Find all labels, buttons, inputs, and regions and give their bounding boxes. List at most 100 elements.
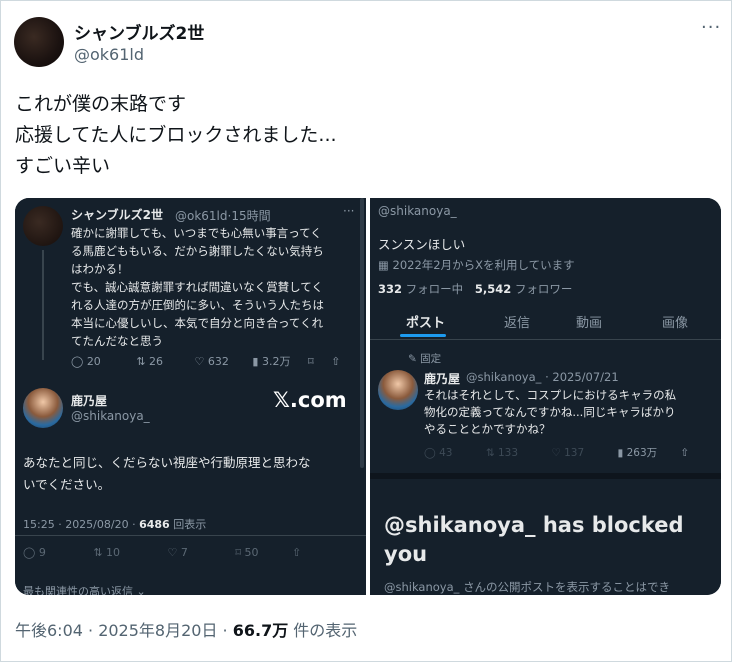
share-icon: ⇧	[331, 355, 341, 368]
reply-line: いでください。	[23, 477, 111, 492]
retweet-count: 10	[106, 546, 121, 559]
like-icon: ♡	[551, 447, 565, 459]
post-stats: ◯ 43 ⇅ 133 ♡ 137 ▮ 263万 ⇧	[424, 445, 719, 460]
media-image-right[interactable]: @shikanoya_ スンスンほしい ▦ 2022年2月からXを利用しています…	[370, 198, 721, 595]
profile-joined: ▦ 2022年2月からXを利用しています	[378, 257, 575, 273]
relevant-replies-label: 最も関連性の高い返信 ⌄	[23, 583, 146, 595]
reply-count: 43	[439, 447, 453, 459]
reply-views-label: 回表示	[169, 518, 207, 531]
tweet-text: これが僕の末路です 応援してた人にブロックされました... すごい辛い	[15, 89, 337, 182]
post-line: それはそれとして、コスプレにおけるキャラの私	[424, 388, 677, 402]
calendar-icon: ▦	[378, 258, 393, 272]
retweet-count: 133	[497, 447, 518, 459]
reply-icon: ◯	[424, 447, 440, 459]
retweet-icon: ⇅	[485, 447, 498, 459]
author-name[interactable]: シャンブルズ2世	[74, 19, 204, 44]
blocked-title-line: you	[384, 542, 428, 566]
joined-text: 2022年2月からXを利用しています	[392, 258, 575, 272]
reply-views: 6486	[139, 518, 170, 531]
tabs-separator	[370, 339, 721, 340]
tab-images: 画像	[662, 316, 689, 331]
like-count: 137	[564, 447, 585, 459]
quoted-line: はわかる！	[71, 262, 129, 276]
reply-count: 9	[38, 546, 46, 559]
reply-author-handle: @shikanoya_	[71, 409, 150, 423]
tab-videos: 動画	[576, 316, 603, 331]
profile-follow-stats: 332 フォロー中 5,542 フォロワー	[378, 281, 572, 297]
profile-bio: スンスンほしい	[378, 237, 466, 252]
tab-active-underline	[400, 334, 446, 337]
bookmark-icon: ⌑	[307, 355, 314, 368]
quoted-avatar	[23, 206, 63, 246]
views-count: 3.2万	[261, 355, 291, 368]
tab-posts: ポスト	[406, 316, 446, 331]
more-options-icon[interactable]: ···	[701, 17, 721, 38]
retweet-icon: ⇅	[136, 355, 150, 368]
blocked-title: @shikanoya_ has blocked you	[384, 511, 684, 569]
tweet-line: すごい辛い	[15, 155, 111, 177]
like-icon: ♡	[167, 546, 181, 559]
tab-replies: 返信	[504, 316, 531, 331]
blocked-subtitle: @shikanoya_ さんの公開ポストを表示することはでき	[384, 580, 671, 594]
pin-icon: ✎	[408, 353, 421, 365]
author-handle[interactable]: @ok61ld	[74, 45, 144, 64]
tweet-timestamp[interactable]: 午後6:04 · 2025年8月20日 · 66.7万 件の表示	[15, 617, 357, 641]
like-count: 632	[207, 355, 229, 368]
reply-author-name: 鹿乃屋	[71, 394, 108, 408]
post-text: それはそれとして、コスプレにおけるキャラの私 物化の定義ってなんですかね...同…	[424, 387, 676, 438]
views-icon: ▮	[617, 447, 627, 459]
blocked-separator	[370, 473, 721, 479]
post-author-name: 鹿乃屋	[424, 372, 461, 386]
quoted-author-name: シャンブルズ2世	[71, 208, 163, 222]
post-avatar	[378, 370, 418, 410]
separator	[15, 535, 366, 536]
reply-timestamp: 15:25 · 2025/08/20 · 6486 回表示	[23, 516, 206, 532]
quoted-line: でも、誠心誠意謝罪すれば間違いなく賞賛してく	[71, 280, 323, 294]
chevron-down-icon: ⌄	[133, 585, 146, 595]
blocked-title-line: @shikanoya_ has blocked	[384, 513, 684, 537]
tweet-time[interactable]: 午後6:04 · 2025年8月20日 ·	[15, 621, 233, 640]
views-label: 件の表示	[288, 621, 358, 640]
following-count: 332	[378, 282, 403, 296]
following-label: フォロー中	[402, 282, 464, 296]
reply-text: あなたと同じ、くだらない視座や行動原理と思わな いでください。	[23, 452, 311, 496]
tweet-card: シャンブルズ2世 @ok61ld ··· これが僕の末路です 応援してた人にブロ…	[0, 0, 732, 662]
like-count: 7	[180, 546, 188, 559]
relevant-replies-text: 最も関連性の高い返信	[23, 585, 133, 595]
reply-count: 20	[86, 355, 101, 368]
thread-line	[42, 250, 44, 360]
quoted-line: る馬鹿どももいる、だから謝罪したくない気持ち	[71, 244, 324, 258]
reply-icon: ◯	[23, 546, 39, 559]
views-icon: ▮	[252, 355, 262, 368]
quoted-line: れる人達の方が圧倒的に多い、そういう人たちは	[71, 298, 324, 312]
quoted-author-meta: @ok61ld·15時間	[175, 209, 271, 223]
quoted-line: 確かに謝罪しても、いつまでも心無い事言ってく	[71, 226, 322, 240]
quoted-line: てたんだなと思う	[71, 334, 163, 348]
profile-handle: @shikanoya_	[378, 204, 457, 218]
reply-icon: ◯	[71, 355, 87, 368]
views-count: 263万	[626, 447, 658, 459]
bookmark-count: 50	[244, 546, 259, 559]
quoted-stats: ◯ 20 ⇅ 26 ♡ 632 ▮ 3.2万 ⌑ ⇧	[71, 353, 361, 369]
author-avatar[interactable]	[14, 17, 64, 67]
like-icon: ♡	[194, 355, 208, 368]
retweet-count: 26	[149, 355, 164, 368]
tweet-line: これが僕の末路です	[15, 93, 187, 115]
share-icon: ⇧	[292, 546, 302, 559]
quoted-text: 確かに謝罪しても、いつまでも心無い事言ってく る馬鹿どももいる、だから謝罪したく…	[71, 224, 324, 350]
reply-avatar	[23, 388, 63, 428]
tweet-line: 応援してた人にブロックされました...	[15, 124, 337, 146]
quoted-line: 本当に心優しいし、本気で自分と向き合ってくれ	[71, 316, 324, 330]
reply-time: 15:25 · 2025/08/20 ·	[23, 518, 140, 531]
post-meta: @shikanoya_ · 2025/07/21	[466, 370, 619, 384]
reply-line: あなたと同じ、くだらない視座や行動原理と思わな	[23, 455, 311, 470]
scrollbar	[360, 198, 364, 468]
media-image-left[interactable]: シャンブルズ2世 @ok61ld·15時間 ··· 確かに謝罪しても、いつまでも…	[15, 198, 366, 595]
share-icon: ⇧	[680, 447, 690, 459]
attached-media[interactable]: シャンブルズ2世 @ok61ld·15時間 ··· 確かに謝罪しても、いつまでも…	[15, 198, 721, 595]
followers-count: 5,542	[474, 282, 512, 296]
views-count: 66.7万	[232, 621, 289, 640]
reply-stats: ◯ 9 ⇅ 10 ♡ 7 ⌑ 50 ⇧	[23, 546, 363, 559]
quoted-more-icon: ···	[343, 204, 355, 218]
post-line: 物化の定義ってなんですかね...同じキャラばかり	[424, 405, 676, 419]
